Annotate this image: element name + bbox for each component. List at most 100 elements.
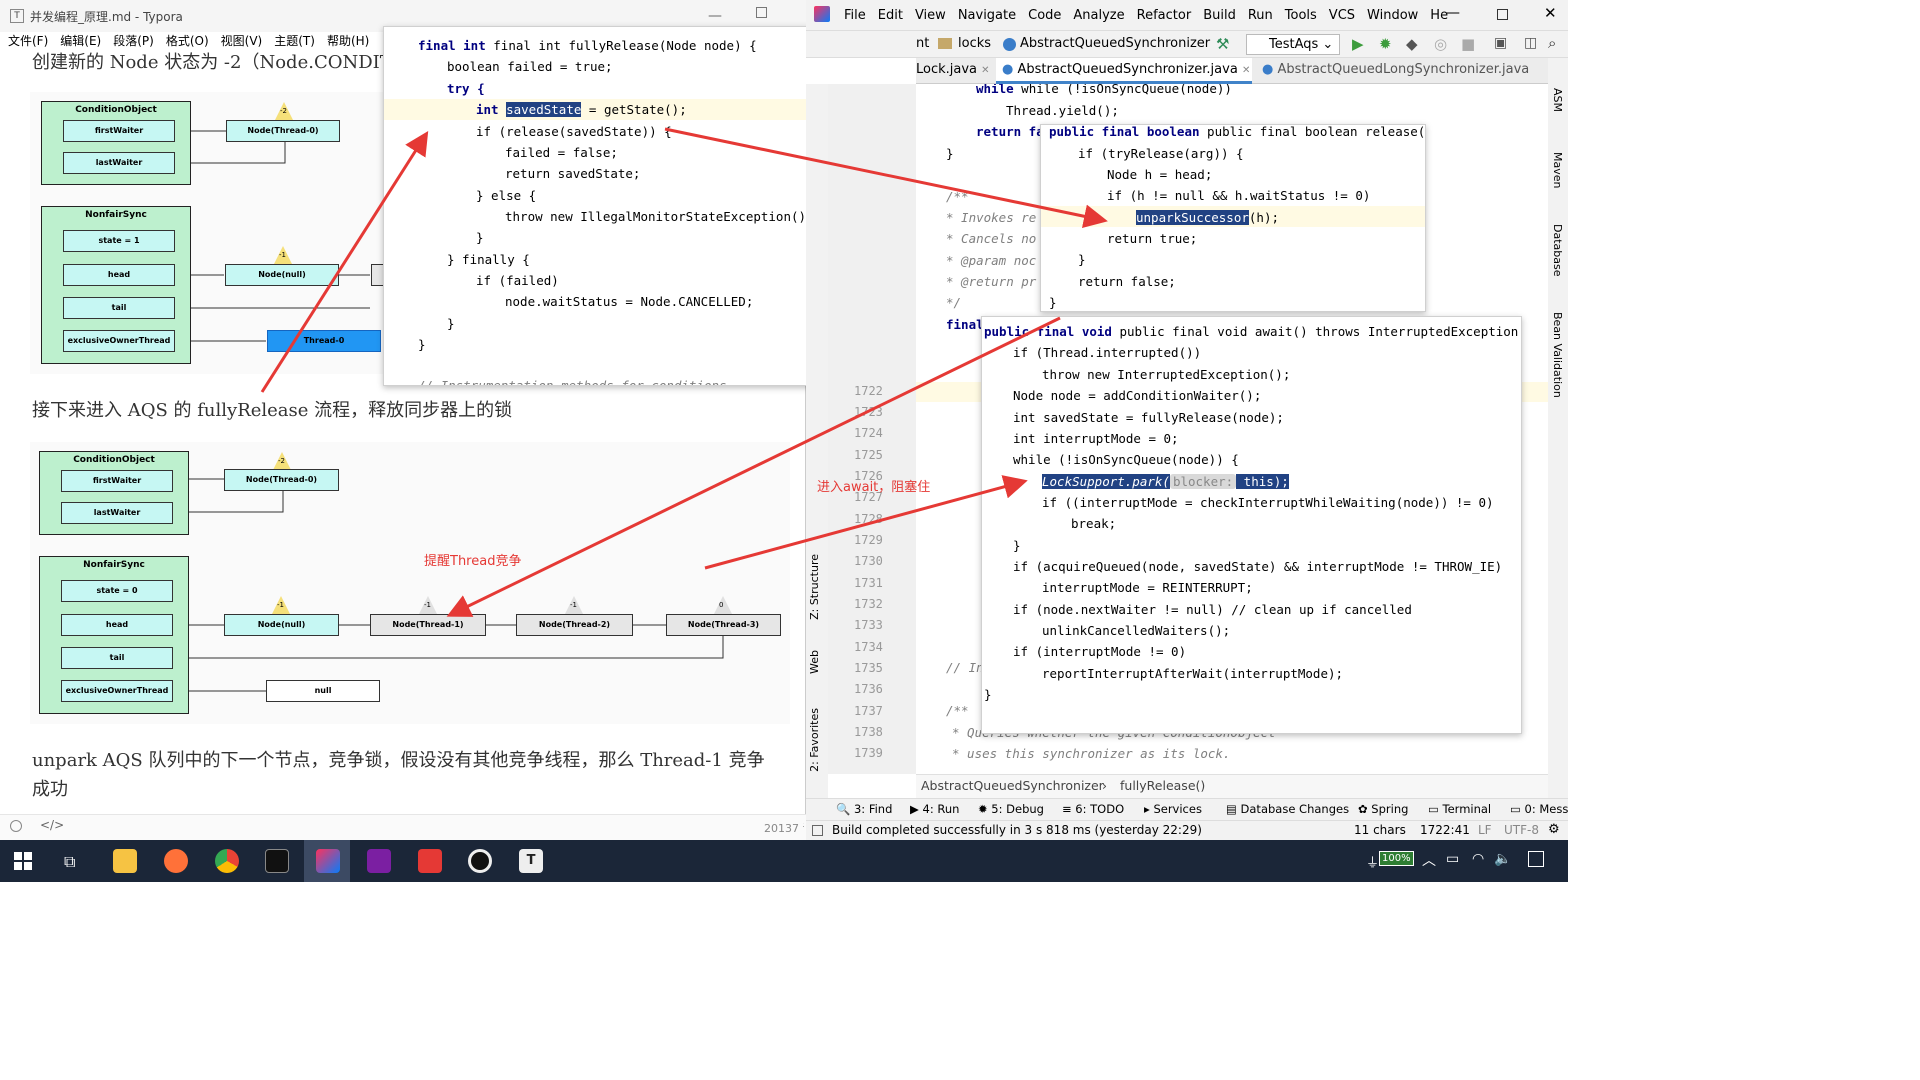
settings-icon[interactable]: ⚙ — [1548, 822, 1560, 837]
wait-status-marker: 0 — [714, 596, 732, 614]
run-config-select[interactable]: TestAqs ⌄ — [1246, 34, 1340, 55]
breadcrumb-class[interactable]: AbstractQueuedSynchronizer — [921, 778, 1104, 793]
selected-park-call[interactable]: LockSupport.park( — [1042, 474, 1170, 489]
bean-validation-tool[interactable]: Bean Validation — [1551, 312, 1564, 398]
typora-icon[interactable]: T — [519, 849, 543, 873]
menu-view[interactable]: View — [915, 8, 946, 23]
battery-indicator[interactable]: 100% — [1379, 851, 1414, 866]
maven-tool[interactable]: Maven — [1551, 152, 1564, 188]
tab-aqls-java[interactable]: ● AbstractQueuedLongSynchronizer.java — [1262, 62, 1529, 77]
tool-todo[interactable]: ≡ 6: TODO — [1062, 802, 1124, 816]
minimize-icon[interactable]: — — [708, 8, 722, 24]
structure-tool[interactable]: Z: Structure — [808, 554, 821, 620]
profile-icon[interactable]: ◎ — [1434, 35, 1447, 53]
menu-build[interactable]: Build — [1203, 8, 1236, 23]
code-line: unparkSuccessor(h); — [1136, 210, 1279, 225]
explorer-icon[interactable] — [113, 849, 137, 873]
selected-method[interactable]: unparkSuccessor — [1136, 210, 1249, 225]
stop-icon[interactable]: ■ — [1461, 35, 1475, 53]
coverage-icon[interactable]: ◆ — [1406, 35, 1418, 53]
word-count[interactable]: 20137 词 — [764, 820, 804, 836]
maximize-icon[interactable] — [1497, 9, 1508, 20]
line-separator[interactable]: LF — [1478, 823, 1492, 837]
source-mode-icon[interactable]: </> — [40, 818, 64, 832]
favorites-tool[interactable]: 2: Favorites — [808, 708, 821, 772]
status-toggle-icon[interactable] — [812, 825, 823, 836]
condition-object-title: ConditionObject — [73, 455, 155, 465]
condition-object-box: ConditionObject firstWaiter lastWaiter — [39, 451, 189, 535]
last-waiter-field: lastWaiter — [63, 152, 175, 174]
web-tool[interactable]: Web — [808, 650, 821, 674]
plug-icon[interactable]: ⏚ — [1366, 852, 1379, 871]
visual-studio-icon[interactable] — [367, 849, 391, 873]
tab-lock-java[interactable]: Lock.java ✕ — [916, 62, 990, 77]
volume-icon[interactable]: 🔈 — [1494, 851, 1511, 867]
menu-refactor[interactable]: Refactor — [1137, 8, 1192, 23]
menu-window[interactable]: Window — [1367, 8, 1418, 23]
network-icon[interactable]: ▭ — [1446, 851, 1459, 867]
menu-run[interactable]: Run — [1248, 8, 1273, 23]
state-field: state = 1 — [63, 230, 175, 252]
code-line: /** — [946, 703, 969, 718]
build-hammer-icon[interactable]: ⚒ — [1216, 35, 1229, 53]
tool-run[interactable]: ▶ 4: Run — [910, 802, 959, 816]
tool-messages[interactable]: ▭ 0: Messa — [1510, 802, 1568, 816]
intellij-icon[interactable] — [316, 849, 340, 873]
menu-code[interactable]: Code — [1028, 8, 1061, 23]
selected-identifier[interactable]: savedState — [506, 102, 582, 117]
tab-aqs-java[interactable]: ● AbstractQueuedSynchronizer.java ✕ — [996, 58, 1252, 84]
folder-icon — [938, 38, 952, 49]
code-line: } — [984, 687, 992, 702]
tool-find[interactable]: 🔍 3: Find — [836, 802, 892, 816]
last-waiter-field: lastWaiter — [61, 502, 173, 524]
firefox-icon[interactable] — [164, 849, 188, 873]
line-number: 1731 — [854, 576, 883, 590]
code-line: if (node.nextWaiter != null) // clean up… — [1013, 602, 1412, 617]
database-tool[interactable]: Database — [1551, 224, 1564, 277]
xmind-icon[interactable] — [418, 849, 442, 873]
maximize-icon[interactable] — [756, 7, 767, 18]
menu-tools[interactable]: Tools — [1285, 8, 1317, 23]
record-icon[interactable] — [468, 849, 492, 873]
tool-terminal[interactable]: ▭ Terminal — [1428, 802, 1491, 816]
nav-crumb-locks[interactable]: locks — [958, 36, 991, 51]
code-line: public final boolean public final boolea… — [1049, 124, 1426, 139]
task-view-icon[interactable]: ⧉ — [64, 852, 75, 872]
menu-analyze[interactable]: Analyze — [1073, 8, 1124, 23]
menu-vcs[interactable]: VCS — [1329, 8, 1355, 23]
file-encoding[interactable]: UTF-8 — [1504, 823, 1539, 837]
menu-file[interactable]: File — [844, 8, 866, 23]
breadcrumb-method[interactable]: fullyRelease() — [1120, 778, 1205, 793]
status-message[interactable]: Build completed successfully in 3 s 818 … — [832, 823, 1202, 837]
notifications-icon[interactable] — [1528, 851, 1544, 867]
tool-debug[interactable]: ✹ 5: Debug — [978, 802, 1044, 816]
class-icon — [1003, 38, 1016, 51]
nav-crumb-class[interactable]: AbstractQueuedSynchronizer — [1020, 36, 1210, 51]
tool-spring[interactable]: ✿ Spring — [1358, 802, 1408, 816]
start-icon[interactable] — [14, 852, 32, 870]
chrome-icon[interactable] — [215, 849, 239, 873]
wifi-icon[interactable]: ◠ — [1472, 851, 1484, 867]
typora-footer: </> 20137 词 — [0, 814, 806, 840]
nav-crumb[interactable]: nt — [916, 36, 929, 51]
layout-icon[interactable]: ◫ — [1524, 35, 1537, 51]
menu-edit[interactable]: Edit — [878, 8, 903, 23]
debug-icon[interactable]: ✹ — [1379, 35, 1392, 53]
project-structure-icon[interactable]: ▣ — [1494, 35, 1507, 51]
run-icon[interactable]: ▶ — [1352, 35, 1364, 53]
tool-db-changes[interactable]: ▤ Database Changes — [1226, 802, 1349, 816]
status-chars: 11 chars — [1354, 823, 1406, 837]
chevron-up-icon[interactable]: ︿ — [1422, 850, 1436, 870]
minimize-icon[interactable]: — — [1446, 5, 1460, 21]
terminal-icon[interactable] — [265, 849, 289, 873]
close-icon[interactable]: ✕ — [1544, 4, 1557, 22]
menu-navigate[interactable]: Navigate — [958, 8, 1016, 23]
caret-position[interactable]: 1722:41 — [1420, 823, 1470, 837]
intellij-logo-icon — [814, 6, 830, 22]
sidebar-toggle-icon[interactable] — [10, 820, 22, 832]
search-icon[interactable]: ⌕ — [1548, 34, 1556, 52]
code-line: int savedState = fullyRelease(node); — [1013, 410, 1284, 425]
code-line: * Cancels no — [946, 231, 1037, 246]
asm-tool[interactable]: ASM — [1551, 88, 1564, 112]
tool-services[interactable]: ▸ Services — [1144, 802, 1202, 816]
